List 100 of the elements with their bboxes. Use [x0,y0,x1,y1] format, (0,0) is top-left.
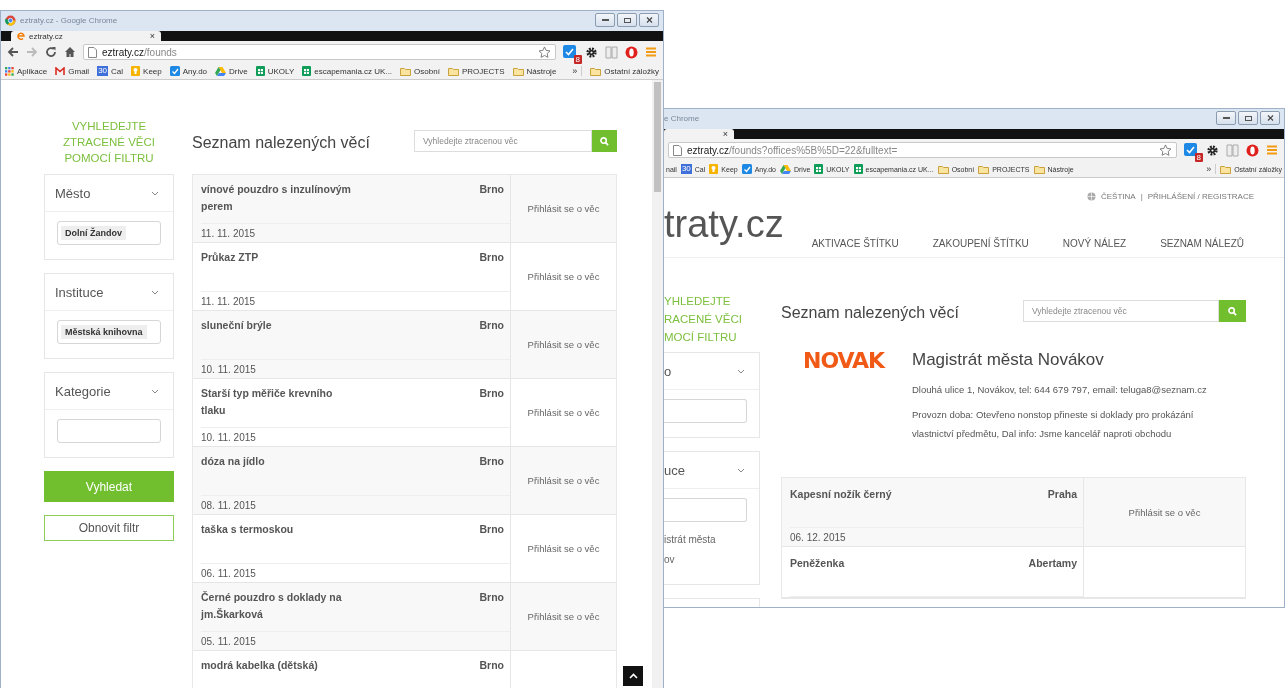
claim-link[interactable]: Přihlásit se o věc [527,475,600,486]
item-city: Abertamy [1028,556,1077,571]
filter-input-field[interactable]: Městská knihovna [57,320,161,344]
scroll-to-top-button[interactable] [623,666,643,686]
filter-dropdown[interactable]: Město [45,175,173,212]
bookmark-item[interactable]: Aplikace [5,66,48,76]
bookmark-item[interactable]: 30 Cal [97,66,124,76]
opera-icon[interactable] [625,45,638,59]
filter-input-field[interactable]: Dolní Žandov [57,221,161,245]
tab-close-button[interactable]: × [149,31,155,41]
nav-link[interactable]: ZAKOUPENÍ ŠTÍTKU [932,238,1029,249]
claim-link[interactable]: Přihlásit se o věc [527,203,600,214]
claim-link[interactable]: Přihlásit se o věc [1128,506,1201,518]
page-heading: Seznam nalezených věcí [781,304,959,322]
search-field[interactable]: Vyhledejte ztracenou věc [414,130,592,152]
scrollbar[interactable] [652,80,663,688]
office-address: Dlouhá ulice 1, Novákov, tel: 644 679 797, email: teluga8@seznam.cz [912,383,1208,397]
close-icon [645,17,653,23]
claim-link[interactable]: Přihlásit se o věc [527,271,600,282]
item-name: Průkaz ZTP [201,250,259,265]
bookmark-star-icon[interactable] [1159,143,1172,157]
filter-dropdown[interactable]: Kategorie [45,373,173,410]
item-date: 06. 11. 2015 [201,567,257,581]
filter-input-field[interactable] [664,498,747,522]
filter-heading: RACENÉ VĚCI [664,312,743,327]
chevron-down-icon [151,190,159,196]
item-city: Praha [1047,487,1077,502]
reload-icon[interactable] [45,46,57,58]
settings-icon[interactable] [1206,143,1219,157]
filter-dropdown[interactable]: o [664,353,759,390]
claim-link[interactable]: Přihlásit se o věc [527,543,600,554]
page-icon [673,144,682,156]
filter-input-field[interactable] [57,419,161,443]
item-date: 05. 11. 2015 [201,635,257,649]
lightbulb-icon [709,164,719,174]
home-icon[interactable] [64,46,76,58]
minimize-button[interactable] [595,13,615,27]
address-bar[interactable]: eztraty.cz/founds [83,44,556,60]
chevron-down-icon [151,388,159,394]
window-title: eztraty.cz - Google Chrome [20,15,118,25]
calendar-icon: 30 [97,66,109,76]
search-field[interactable]: Vyhledejte ztracenou věc [1023,300,1219,322]
more-bookmarks-button[interactable]: » [572,66,583,76]
claim-link[interactable]: Přihlásit se o věc [527,611,600,622]
item-city: Brno [479,522,504,537]
other-bookmarks-folder[interactable]: Ostatní záložky [590,66,659,76]
filter-input-field[interactable] [664,399,747,423]
filter-dropdown[interactable]: uce [664,452,759,489]
item-city: Brno [479,250,504,265]
opera-icon[interactable] [1246,143,1259,157]
back-arrow-icon[interactable] [7,46,19,58]
bookmark-item[interactable]: escapemania.cz UK... [302,66,393,76]
bookmark-item[interactable]: Drive [215,66,248,76]
more-bookmarks-button[interactable]: » [1206,164,1217,174]
item-date: 11. 11. 2015 [201,227,257,241]
login-link[interactable]: PŘIHLÁŠENÍ / REGISTRACE [1147,192,1254,201]
filter-heading: VYHLEDEJTE ZTRACENÉ VĚCI POMOCÍ FILTRU [62,119,156,166]
item-name: Kapesní nožík černý [790,487,892,502]
bookmark-item[interactable]: Gmail [55,66,90,76]
address-bar[interactable]: eztraty.cz/founds?offices%5B%5D=22&fulltext= [668,142,1177,158]
filter-dropdown[interactable]: Instituce [45,274,173,311]
claim-link[interactable]: Přihlásit se o věc [527,407,600,418]
search-icon [1228,306,1237,316]
nav-link[interactable]: AKTIVACE ŠTÍTKU [811,238,899,249]
bookmark-item[interactable]: Osobní [400,66,440,76]
selected-value-tag: Dolní Žandov [61,226,126,240]
nav-link[interactable]: NOVÝ NÁLEZ [1062,238,1127,249]
filter-heading: YHLEDEJTE [664,294,732,309]
reset-filter-button[interactable]: Obnovit filtr [44,515,174,541]
close-button[interactable] [1260,111,1280,125]
item-name: Starší typ měřiče krevního tlaku [201,386,334,418]
close-button[interactable] [639,13,659,27]
bookmark-item[interactable]: UKOLY [255,66,295,76]
spreadsheet-icon [255,66,265,76]
browser-tab[interactable]: eztraty.cz × [11,31,161,41]
bookmark-item[interactable]: PROJECTS [447,66,505,76]
page-icon [88,46,97,58]
bookmark-item[interactable]: Nástroje [512,66,557,76]
site-logo[interactable]: traty.cz [664,205,784,249]
item-name: sluneční brýle [201,318,272,333]
bookmark-item[interactable]: Keep [131,66,162,76]
claim-link[interactable]: Přihlásit se o věc [527,339,600,350]
item-name: dóza na jídlo [201,454,265,469]
office-hours: Provozn doba: Otevřeno nonstop přineste si doklady pro prokázání vlastnictví předmětu, Dal info: Jsme kancelář naproti obchodu [912,408,1195,441]
drive-triangle-icon [215,66,227,76]
settings-icon[interactable] [585,45,598,59]
browser-tab[interactable]: × [664,129,734,139]
drive-triangle-icon [779,164,791,174]
minimize-button[interactable] [1216,111,1236,125]
chevron-down-icon [737,467,745,473]
spreadsheet-icon [853,164,863,174]
bookmark-item[interactable]: Any.do [169,66,208,76]
bookmark-star-icon[interactable] [538,45,551,59]
folder-icon [512,66,524,76]
nav-link[interactable]: SEZNAM NÁLEZŮ [1160,238,1245,249]
restore-button[interactable] [617,13,637,27]
spreadsheet-icon [814,164,824,174]
restore-button[interactable] [1238,111,1258,125]
language-link[interactable]: ČEŠTINA [1101,192,1136,201]
tab-close-button[interactable]: × [722,129,728,139]
